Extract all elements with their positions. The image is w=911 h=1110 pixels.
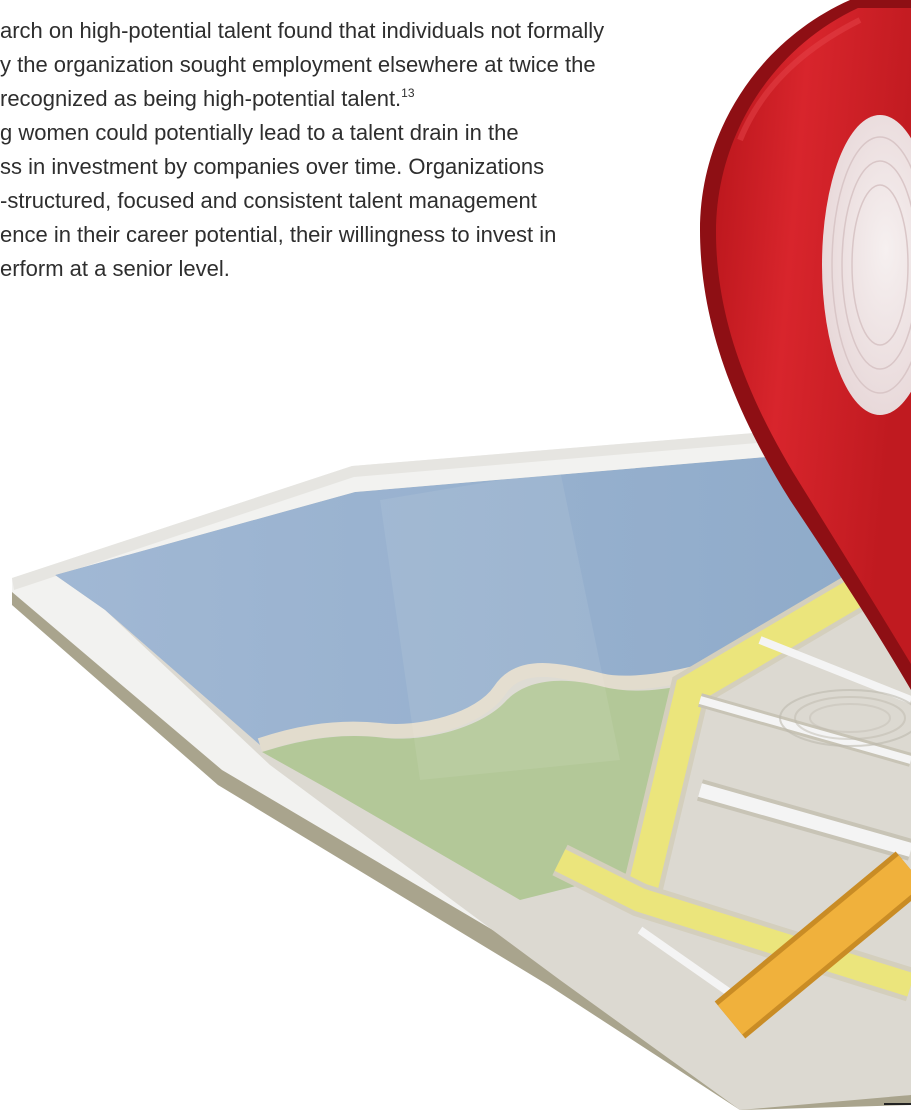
body-text-line: arch on high-potential talent found that… <box>0 18 605 43</box>
body-text-line: -structured, focused and consistent tale… <box>0 188 537 213</box>
body-text-line: y the organization sought employment els… <box>0 52 596 77</box>
body-text-line: g women could potentially lead to a tale… <box>0 120 519 145</box>
footnote-ref: 13 <box>401 86 415 100</box>
body-text-line: erform at a senior level. <box>0 256 230 281</box>
body-text-line: ss in investment by companies over time.… <box>0 154 545 179</box>
page-rule <box>884 1103 911 1105</box>
body-text-line: ence in their career potential, their wi… <box>0 222 557 247</box>
body-text-line: recognized as being high-potential talen… <box>0 86 415 111</box>
